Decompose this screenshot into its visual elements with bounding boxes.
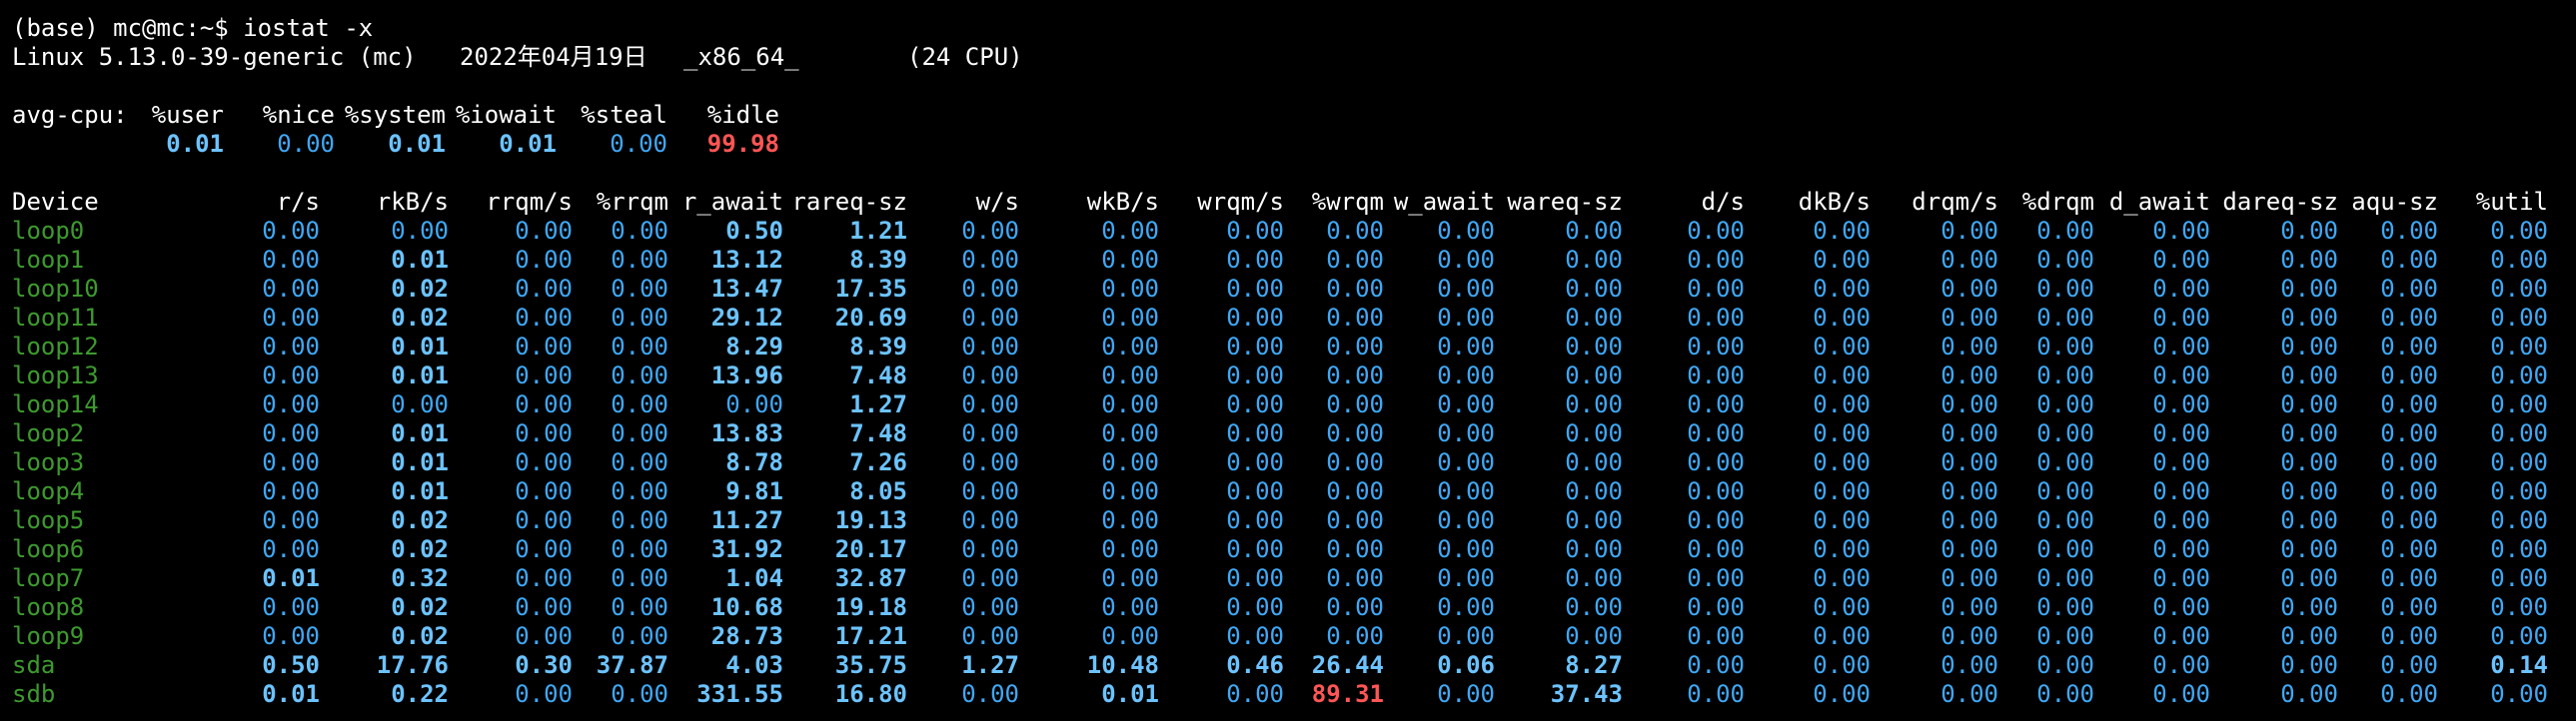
table-cell: 0.00 xyxy=(2490,593,2548,621)
table-row: loop3 0.00 0.01 0.00 0.00 8.78 7.26 0.00 0.00 0.0… xyxy=(12,448,2576,477)
command-line: (base) mc@mc:~$ iostat -x xyxy=(12,14,2576,43)
table-row: loop9 0.00 0.02 0.00 0.00 28.73 17.21 0.00 0.00 0… xyxy=(12,622,2576,651)
table-cell: 0.00 xyxy=(2490,680,2548,708)
table-cell: 0.00 xyxy=(2490,506,2548,534)
table-cell: 0.00 xyxy=(2490,304,2548,332)
table-cell: 0.00 xyxy=(2490,448,2548,476)
table-cell: 0.00 xyxy=(2490,419,2548,447)
arch-info: _x86_64_ xyxy=(683,43,799,71)
table-cell: 0.00 xyxy=(2490,246,2548,274)
cpu-col-header: %idle xyxy=(706,101,779,129)
table-row: sda 0.50 17.76 0.30 37.87 4.03 35.75 1.27 10.48 0… xyxy=(12,651,2576,680)
terminal-window[interactable]: (base) mc@mc:~$ iostat -x Linux 5.13.0-3… xyxy=(0,0,2576,709)
table-row: loop14 0.00 0.00 0.00 0.00 0.00 1.27 0.00 0.00 0.… xyxy=(12,390,2576,419)
table-cell: 0.00 xyxy=(2490,333,2548,360)
sysinfo-line: Linux 5.13.0-39-generic (mc) 2022年04月19日… xyxy=(12,43,2576,72)
table-cell: 0.00 xyxy=(2490,275,2548,303)
table-cell: 0.00 xyxy=(2490,535,2548,563)
cpu-count: (24 CPU) xyxy=(907,43,1023,71)
table-row: loop1 0.00 0.01 0.00 0.00 13.12 8.39 0.00 0.00 0.… xyxy=(12,246,2576,275)
table-row: loop6 0.00 0.02 0.00 0.00 31.92 20.17 0.00 0.00 0… xyxy=(12,535,2576,564)
device-table-header: Device r/s rkB/s rrqm/s %rrqm r_await rareq-sz… xyxy=(12,188,2576,217)
command-prompt: (base) mc@mc:~$ iostat -x xyxy=(12,14,374,42)
table-cell: 0.00 xyxy=(2490,217,2548,245)
table-row: loop0 0.00 0.00 0.00 0.00 0.50 1.21 0.00 0.00 0.0… xyxy=(12,217,2576,246)
table-row: sdb 0.01 0.22 0.00 0.00 331.55 16.80 0.00 0.01 0.… xyxy=(12,680,2576,709)
cpu-values-row: 0.01 0.00 0.01 0.01 0.00 99.98 xyxy=(12,130,2576,159)
table-row: loop10 0.00 0.02 0.00 0.00 13.47 17.35 0.00 0.00… xyxy=(12,275,2576,304)
table-row: loop5 0.00 0.02 0.00 0.00 11.27 19.13 0.00 0.00 0… xyxy=(12,506,2576,535)
table-row: loop2 0.00 0.01 0.00 0.00 13.83 7.48 0.00 0.00 0.… xyxy=(12,419,2576,448)
table-row: loop12 0.00 0.01 0.00 0.00 8.29 8.39 0.00 0.00 0.… xyxy=(12,333,2576,361)
table-cell: 0.00 xyxy=(2490,622,2548,650)
table-cell: 0.00 xyxy=(2490,390,2548,418)
table-row: loop4 0.00 0.01 0.00 0.00 9.81 8.05 0.00 0.00 0.0… xyxy=(12,477,2576,506)
cpu-header-row: avg-cpu: %user %nice %system %iowait %steal%… xyxy=(12,101,2576,130)
kernel-info: Linux 5.13.0-39-generic (mc) xyxy=(12,43,417,71)
table-cell: 0.00 xyxy=(2490,564,2548,592)
table-row: loop8 0.00 0.02 0.00 0.00 10.68 19.18 0.00 0.00 0… xyxy=(12,593,2576,622)
table-cell: 0.14 xyxy=(2490,651,2548,679)
device-table-body: loop0 0.00 0.00 0.00 0.00 0.50 1.21 0.00 0.00 0.0… xyxy=(12,217,2576,709)
table-row: loop11 0.00 0.02 0.00 0.00 29.12 20.69 0.00 0.00… xyxy=(12,304,2576,333)
cpu-value: 99.98 xyxy=(706,130,779,158)
table-row: loop13 0.00 0.01 0.00 0.00 13.96 7.48 0.00 0.00 0… xyxy=(12,361,2576,390)
table-col-header: %util xyxy=(2475,188,2548,216)
table-cell: 0.00 xyxy=(2490,477,2548,505)
date-info: 2022年04月19日 xyxy=(460,43,647,71)
table-row: loop7 0.01 0.32 0.00 0.00 1.04 32.87 0.00 0.00 0.… xyxy=(12,564,2576,593)
table-cell: 0.00 xyxy=(2490,361,2548,389)
